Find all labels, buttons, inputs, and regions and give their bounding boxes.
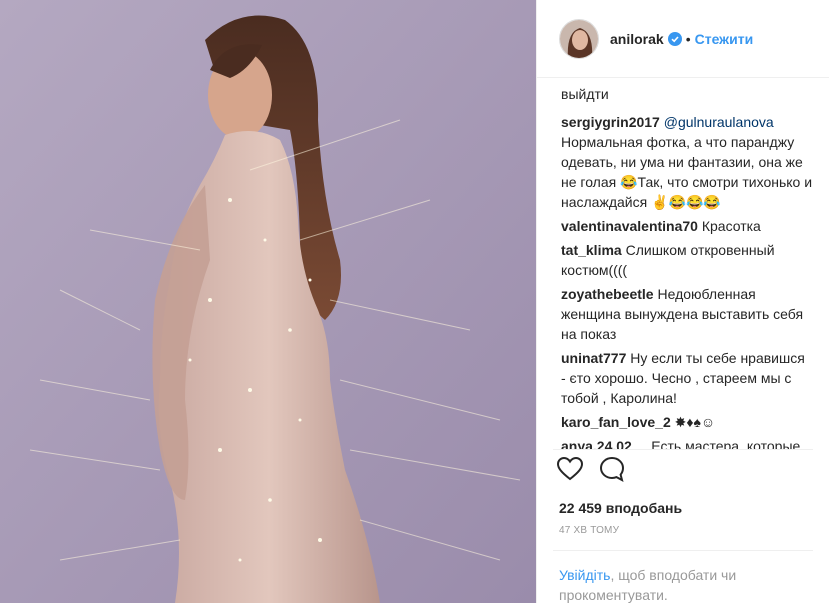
- comment-username[interactable]: tat_klima: [561, 242, 622, 258]
- instagram-post: anilorak • Стежити выйдти sergiygrin2017…: [0, 0, 829, 603]
- comment-username[interactable]: karo_fan_love_2: [561, 414, 671, 430]
- post-sidebar: anilorak • Стежити выйдти sergiygrin2017…: [536, 0, 829, 603]
- post-timestamp[interactable]: 47 хв тому: [553, 525, 813, 536]
- comment-item: выйдти: [561, 84, 813, 104]
- comment-text: выйдти: [561, 86, 609, 102]
- comment-item: sergiygrin2017 @gulnuraulanova Нормальна…: [561, 112, 813, 212]
- comment-username[interactable]: sergiygrin2017: [561, 114, 660, 130]
- comment-text: Красотка: [701, 218, 761, 234]
- comment-username[interactable]: anya.24.02__: [561, 438, 647, 449]
- comments-list[interactable]: выйдти sergiygrin2017 @gulnuraulanova Но…: [537, 78, 829, 449]
- login-prompt: Увійдіть, щоб вподобати чи прокоментуват…: [553, 550, 813, 603]
- verified-badge-icon: [667, 31, 682, 46]
- comment-mention[interactable]: @gulnuraulanova: [664, 114, 774, 130]
- comment-username[interactable]: zoyathebeetle: [561, 286, 654, 302]
- comment-item: uninat777 Ну если ты себе нравишся - єто…: [561, 348, 813, 408]
- header-separator: •: [685, 30, 691, 47]
- heart-icon[interactable]: [556, 456, 584, 486]
- post-actions: 22 459 вподобань 47 хв тому: [553, 449, 813, 536]
- post-header: anilorak • Стежити: [537, 0, 829, 78]
- comment-username[interactable]: uninat777: [561, 350, 626, 366]
- action-icons: [553, 456, 813, 486]
- comment-text: Нормальная фотка, а что паранджу одевать…: [561, 134, 813, 210]
- comment-item: anya.24.02__ Есть мастера, которые перед…: [561, 436, 813, 449]
- author-avatar[interactable]: [559, 18, 599, 59]
- comment-item: tat_klima Слишком откровенный костюм((((: [561, 240, 813, 280]
- author-username[interactable]: anilorak: [610, 31, 664, 47]
- comment-text: ✸♦♠☺: [674, 414, 716, 430]
- post-photo[interactable]: [0, 0, 536, 603]
- comment-username[interactable]: valentinavalentina70: [561, 218, 698, 234]
- post-photo-illustration: [0, 0, 536, 603]
- likes-count[interactable]: 22 459 вподобань: [553, 500, 813, 516]
- comment-item: karo_fan_love_2 ✸♦♠☺: [561, 412, 813, 432]
- comment-bubble-icon[interactable]: [599, 456, 625, 487]
- comment-item: valentinavalentina70 Красотка: [561, 216, 813, 236]
- comment-item: zoyathebeetle Недоюбленная женщина вынуж…: [561, 284, 813, 344]
- follow-button[interactable]: Стежити: [695, 31, 754, 47]
- avatar-image-icon: [560, 19, 598, 58]
- login-link[interactable]: Увійдіть: [559, 567, 610, 583]
